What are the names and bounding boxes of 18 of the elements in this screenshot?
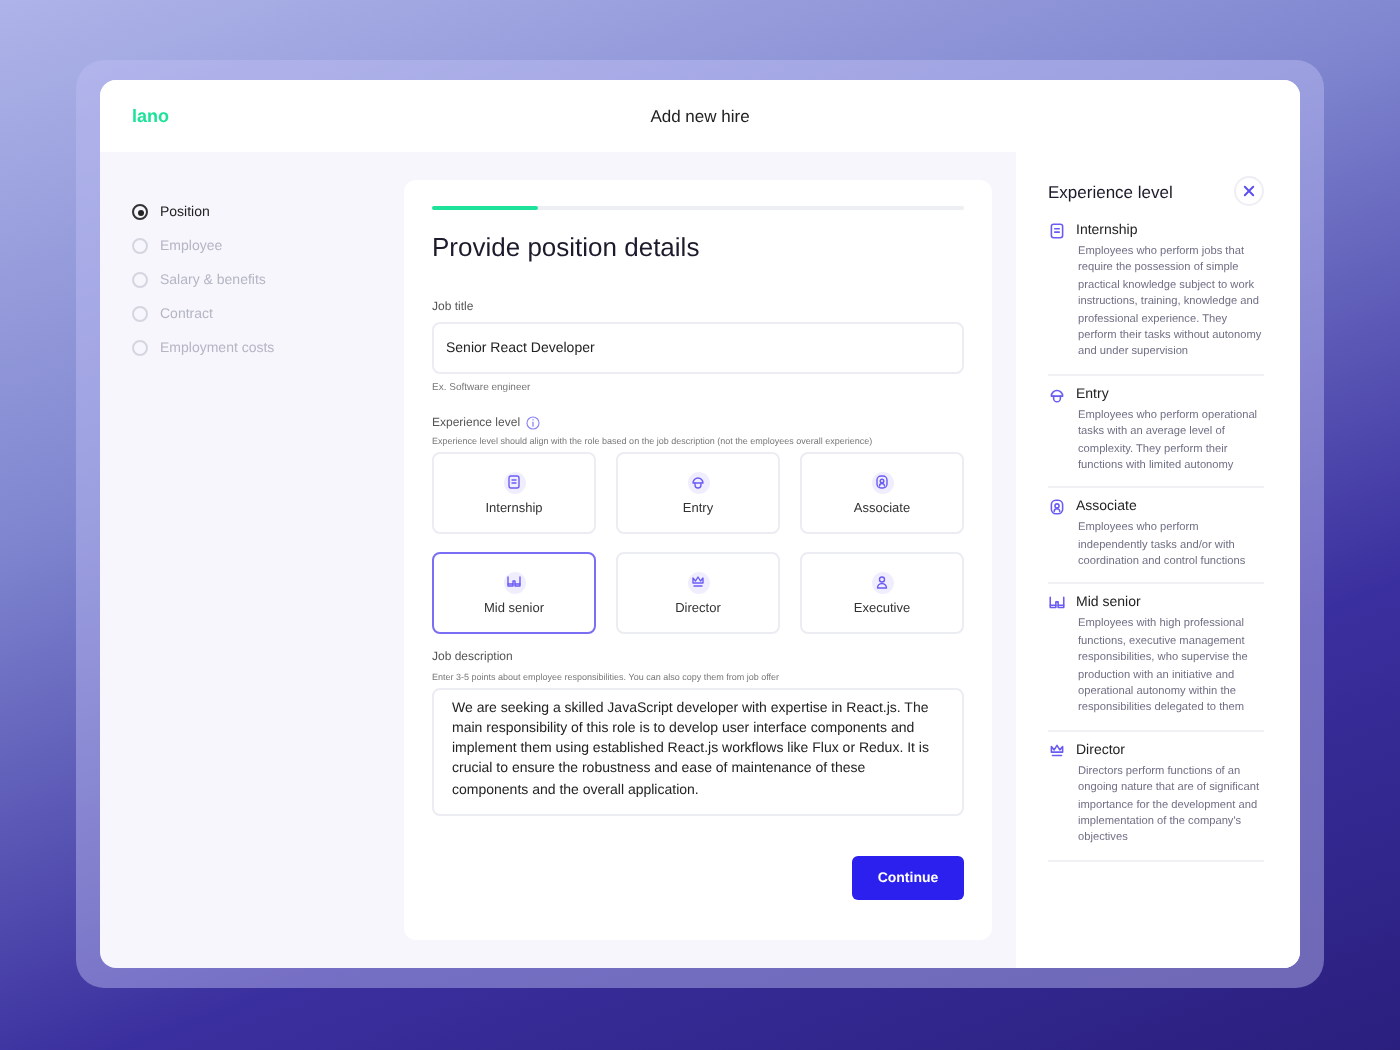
logo-text: lano xyxy=(132,106,172,126)
crown-icon xyxy=(690,574,706,590)
person-icon xyxy=(874,474,890,490)
close-icon xyxy=(1242,184,1256,198)
window-title: Add new hire xyxy=(648,106,752,126)
helmet-icon xyxy=(690,474,706,490)
badge-icon xyxy=(506,474,522,490)
close-button[interactable] xyxy=(1234,176,1264,206)
badge-icon xyxy=(1048,222,1066,240)
panel-title: Experience level xyxy=(1048,181,1173,201)
person-icon xyxy=(1048,498,1066,517)
info-icon[interactable] xyxy=(526,416,541,430)
helmet-icon xyxy=(1048,385,1066,404)
form-title: Provide position details xyxy=(432,232,702,266)
crown-icon xyxy=(1048,741,1066,760)
person-icon xyxy=(874,574,890,590)
glasses-icon xyxy=(1048,594,1066,613)
glasses-icon xyxy=(506,574,522,590)
